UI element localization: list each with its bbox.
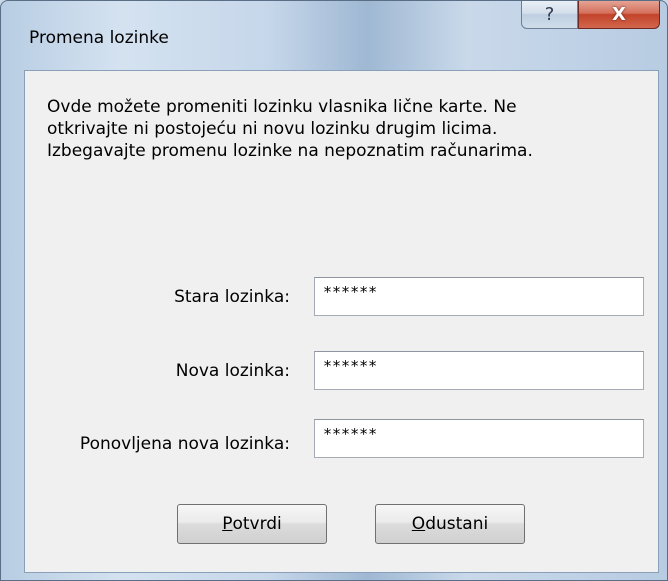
dialog-body: Ovde možete promeniti lozinku vlasnika l… bbox=[24, 70, 659, 573]
message-line: Ovde možete promeniti lozinku vlasnika l… bbox=[47, 97, 517, 117]
close-icon: X bbox=[612, 4, 626, 25]
new-password-label: Nova lozinka: bbox=[175, 361, 290, 381]
cancel-mnemonic: O bbox=[411, 514, 426, 534]
help-button[interactable]: ? bbox=[521, 1, 578, 29]
cancel-label: dustani bbox=[425, 514, 489, 534]
message-line: otkrivajte ni postojeću ni novu lozinku … bbox=[47, 119, 498, 139]
title-bar[interactable]: Promena lozinke ? X bbox=[1, 1, 667, 48]
info-message: Ovde možete promeniti lozinku vlasnika l… bbox=[47, 96, 647, 162]
window-title: Promena lozinke bbox=[29, 28, 169, 48]
confirm-label: otvrdi bbox=[232, 514, 282, 534]
old-password-label: Stara lozinka: bbox=[174, 287, 290, 307]
close-button[interactable]: X bbox=[578, 1, 660, 29]
dialog-window: Promena lozinke ? X Ovde možete promenit… bbox=[0, 0, 668, 581]
help-icon: ? bbox=[544, 4, 555, 25]
repeat-password-input[interactable]: ****** bbox=[314, 419, 644, 458]
confirm-button[interactable]: Potvrdi bbox=[177, 504, 327, 544]
cancel-button[interactable]: Odustani bbox=[375, 504, 525, 544]
new-password-input[interactable]: ****** bbox=[314, 351, 644, 390]
confirm-mnemonic: P bbox=[222, 514, 233, 534]
message-line: Izbegavajte promenu lozinke na nepoznati… bbox=[47, 141, 533, 161]
old-password-input[interactable]: ****** bbox=[314, 277, 644, 316]
repeat-password-label: Ponovljena nova lozinka: bbox=[79, 434, 290, 454]
